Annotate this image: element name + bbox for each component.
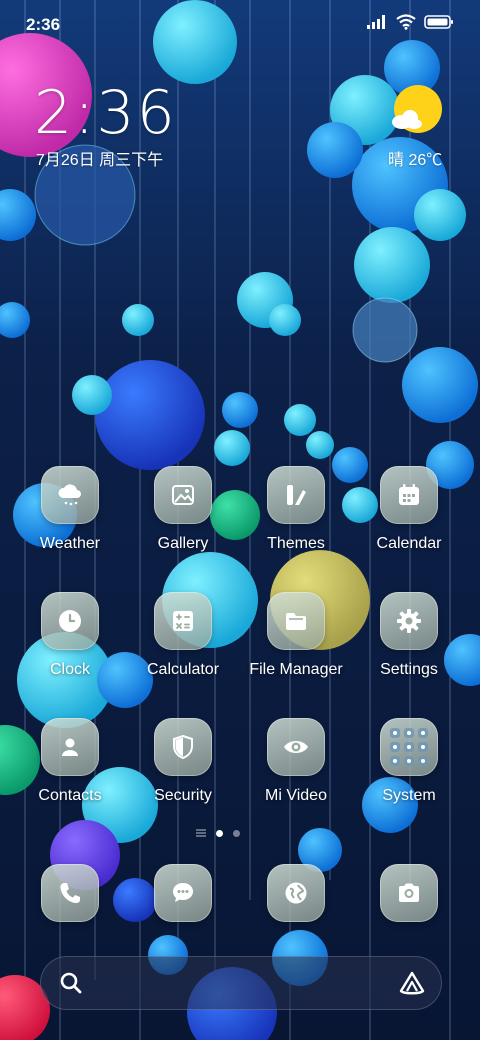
page-dot-active[interactable] [216,829,223,837]
app-label: Weather [39,535,101,552]
app-drawer-icon[interactable] [196,829,206,837]
weather-widget-text[interactable]: 晴 26℃ [388,146,442,170]
sunny-cloud-icon[interactable] [390,84,444,134]
app-calculator[interactable]: Calculator [128,592,238,679]
app-folder-system[interactable]: System [354,718,464,805]
page-indicator[interactable] [196,829,240,837]
assistant-icon[interactable] [398,969,426,997]
app-label: Calendar [376,535,442,552]
app-themes[interactable]: Themes [241,466,351,553]
status-icons [366,14,454,30]
folder-icon[interactable] [267,592,325,650]
eye-icon[interactable] [267,718,325,776]
signal-icon [367,15,385,29]
camera-icon[interactable] [380,864,438,922]
app-calendar[interactable]: Calendar [354,466,464,553]
dock-messages[interactable] [128,864,238,922]
dock-camera[interactable] [354,864,464,922]
status-time: 2:36 [26,15,61,34]
calendar-icon[interactable] [380,466,438,524]
app-label: System [382,787,436,804]
search-button[interactable] [58,970,84,1001]
messages-icon[interactable] [154,864,212,922]
gallery-icon[interactable] [154,466,212,524]
app-file-manager[interactable]: File Manager [241,592,351,679]
wifi-icon [396,14,416,30]
clock-widget-date: 7月26日 周三下午 [36,152,164,169]
app-label: Security [154,787,212,804]
app-label: Clock [49,661,90,678]
clock-icon[interactable] [41,592,99,650]
app-contacts[interactable]: Contacts [15,718,125,805]
dock-phone[interactable] [15,864,125,922]
app-label: Settings [380,661,438,678]
app-mi-video[interactable]: Mi Video [241,718,351,805]
app-security[interactable]: Security [128,718,238,805]
search-bar[interactable] [40,956,442,1010]
weather-icon[interactable] [41,466,99,524]
app-label: Contacts [38,787,102,804]
app-label: Gallery [157,535,209,552]
phone-icon[interactable] [41,864,99,922]
app-gallery[interactable]: Gallery [128,466,238,553]
contacts-icon[interactable] [41,718,99,776]
app-clock[interactable]: Clock [15,592,125,679]
calculator-icon[interactable] [154,592,212,650]
page-dot[interactable] [233,829,240,837]
gear-icon[interactable] [380,592,438,650]
folder-grid-icon[interactable] [380,718,438,776]
app-label: Themes [267,535,325,552]
themes-icon[interactable] [267,466,325,524]
browser-icon[interactable] [267,864,325,922]
app-settings[interactable]: Settings [354,592,464,679]
battery-icon [424,15,453,29]
shield-icon[interactable] [154,718,212,776]
app-label: Calculator [146,661,220,678]
dock-browser[interactable] [241,864,351,922]
search-icon[interactable] [58,970,84,996]
app-label: File Manager [249,661,343,678]
clock-widget-time[interactable]: 2:36 [34,78,177,148]
app-label: Mi Video [265,787,327,804]
status-bar: 2:36 [0,0,480,50]
assistant-button[interactable] [398,969,426,1002]
app-weather[interactable]: Weather [15,466,125,553]
